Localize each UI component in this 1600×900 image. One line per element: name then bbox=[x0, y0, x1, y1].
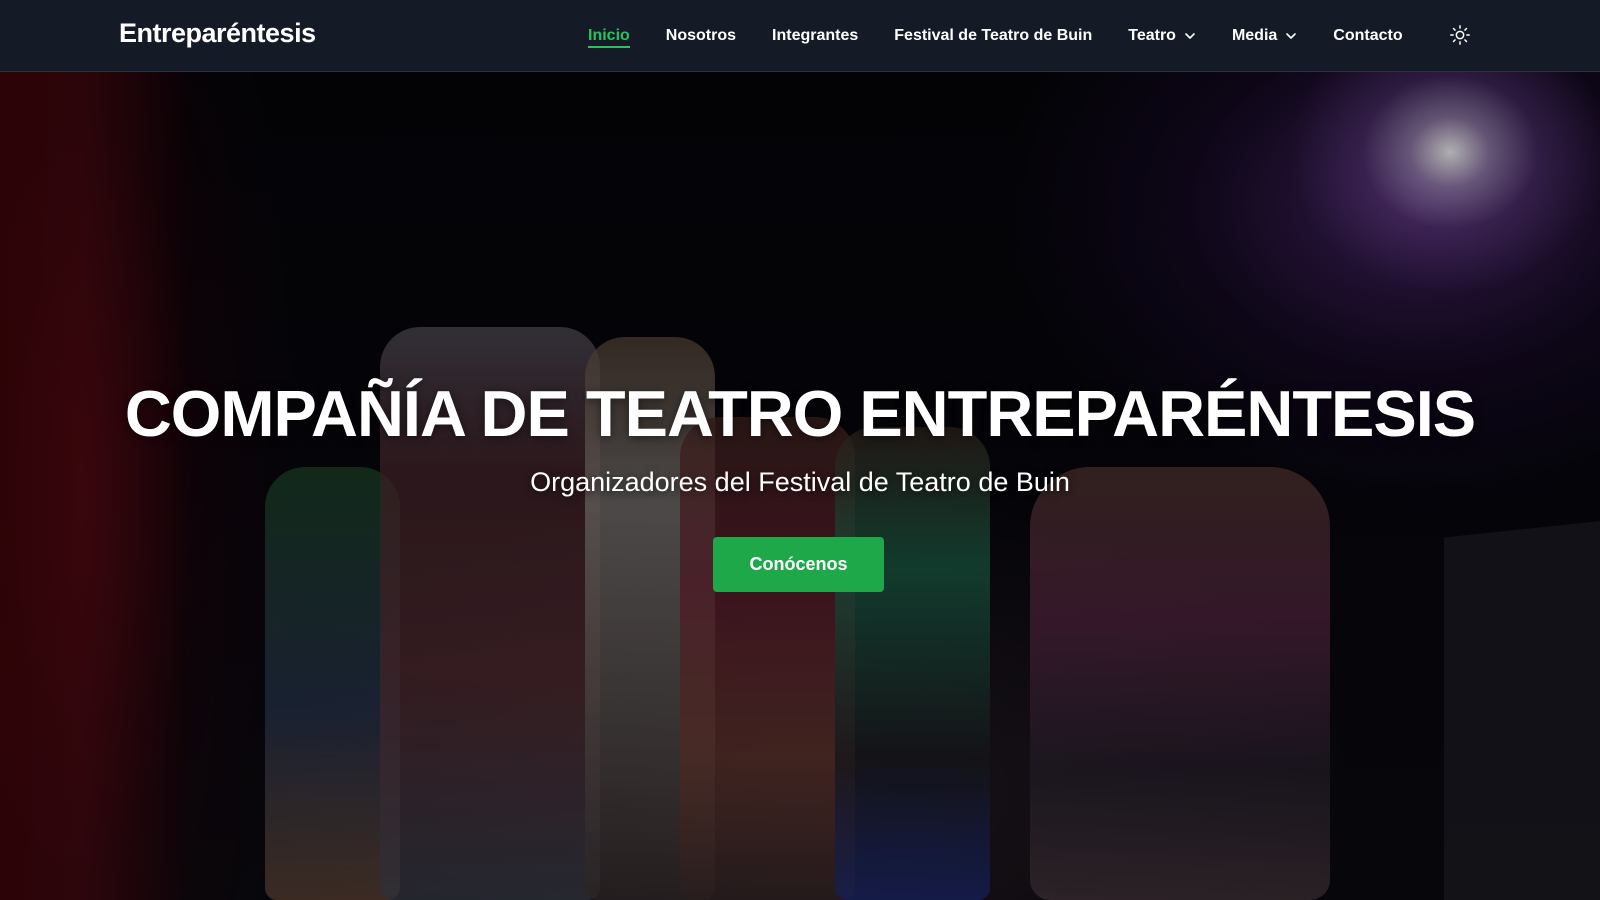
nav-item-label: Festival de Teatro de Buin bbox=[894, 27, 1093, 44]
navbar: Entreparéntesis Inicio Nosotros Integran… bbox=[0, 0, 1600, 72]
nav-item-inicio[interactable]: Inicio bbox=[588, 0, 630, 72]
nav-item-label: Contacto bbox=[1333, 27, 1403, 44]
sun-icon bbox=[1450, 25, 1470, 45]
nav-item-teatro-dropdown[interactable]: Teatro bbox=[1128, 0, 1196, 72]
nav-item-label: Nosotros bbox=[665, 27, 737, 44]
theme-toggle-button[interactable] bbox=[1447, 22, 1473, 48]
hero-subtitle: Organizadores del Festival de Teatro de … bbox=[530, 467, 1070, 497]
nav-item-contacto[interactable]: Contacto bbox=[1333, 0, 1402, 72]
nav-item-label: Media bbox=[1231, 27, 1278, 44]
hero-section: COMPAÑÍA DE TEATRO ENTREPARÉNTESIS Organ… bbox=[0, 72, 1600, 900]
chevron-down-icon bbox=[1286, 33, 1297, 39]
nav-item-label: Integrantes bbox=[772, 27, 859, 44]
chevron-down-icon bbox=[1185, 33, 1195, 39]
nav-item-media-dropdown[interactable]: Media bbox=[1232, 0, 1297, 72]
nav-item-integrantes[interactable]: Integrantes bbox=[772, 0, 858, 72]
conocenos-button[interactable]: Conócenos bbox=[713, 537, 884, 592]
hero-title: COMPAÑÍA DE TEATRO ENTREPARÉNTESIS bbox=[124, 377, 1476, 450]
brand-logo-link[interactable]: Entreparéntesis bbox=[119, 18, 316, 49]
nav-item-label: Inicio bbox=[588, 27, 630, 44]
nav-item-label: Teatro bbox=[1128, 27, 1176, 44]
active-underline bbox=[588, 46, 630, 48]
nav-item-festival[interactable]: Festival de Teatro de Buin bbox=[894, 0, 1092, 72]
main-nav: Inicio Nosotros Integrantes Festival de … bbox=[588, 0, 1439, 72]
nav-item-nosotros[interactable]: Nosotros bbox=[666, 0, 736, 72]
